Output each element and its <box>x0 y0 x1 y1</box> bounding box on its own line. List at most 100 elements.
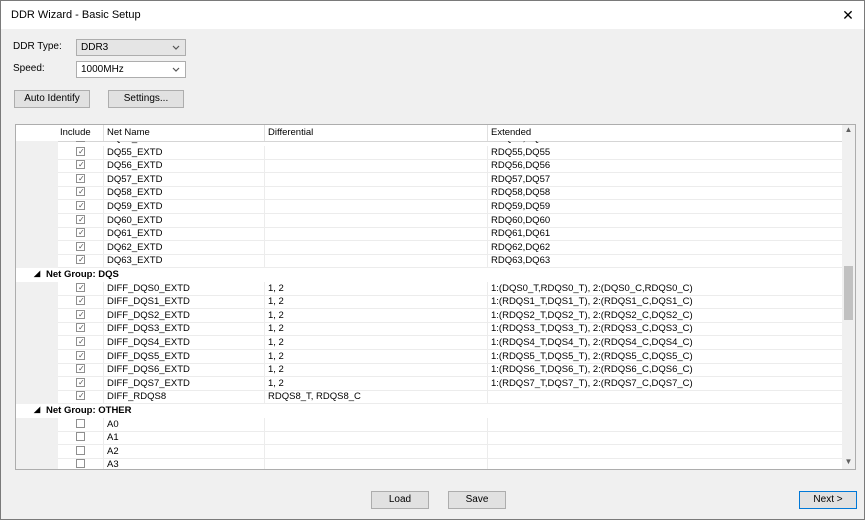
speed-value: 1000MHz <box>81 64 124 75</box>
include-checkbox[interactable]: ✓ <box>76 309 85 319</box>
table-row[interactable]: ✓ DIFF_DQS3_EXTD 1, 2 1:(RDQS3_T,DQS3_T), 2… <box>16 322 843 337</box>
extended-cell: 1:(RDQS7_T,DQS7_T), 2:(RDQS7_C,DQS7_C) <box>491 377 693 389</box>
load-button[interactable]: Load <box>371 491 429 509</box>
table-row[interactable]: A3 <box>16 458 843 469</box>
net-name-cell: DQ62_EXTD <box>107 241 163 253</box>
include-checkbox[interactable]: ✓ <box>76 146 85 156</box>
table-row[interactable]: A2 <box>16 444 843 459</box>
net-name-cell: DIFF_DQS0_EXTD <box>107 282 190 294</box>
include-checkbox[interactable] <box>76 432 85 442</box>
vertical-scrollbar[interactable]: ▲ ▼ <box>842 125 855 469</box>
table-row[interactable]: ✓ DIFF_DQS6_EXTD 1, 2 1:(RDQS6_T,DQS6_T), 2… <box>16 363 843 378</box>
include-checkbox[interactable] <box>76 418 85 428</box>
table-row[interactable]: ✓ DIFF_DQS4_EXTD 1, 2 1:(RDQS4_T,DQS4_T), 2… <box>16 336 843 350</box>
include-checkbox[interactable]: ✓ <box>76 228 85 238</box>
scroll-thumb[interactable] <box>844 266 853 320</box>
header-differential[interactable]: Differential <box>268 127 313 138</box>
net-name-cell: DIFF_DQS6_EXTD <box>107 364 190 376</box>
auto-identify-button[interactable]: Auto Identify <box>14 90 90 108</box>
ddr-type-select[interactable]: DDR3 <box>76 39 186 56</box>
table-row[interactable]: ✓ DIFF_DQS2_EXTD 1, 2 1:(RDQS2_T,DQS2_T), 2… <box>16 308 843 323</box>
check-icon: ✓ <box>78 282 85 292</box>
include-checkbox[interactable]: ✓ <box>76 323 85 333</box>
include-checkbox[interactable]: ✓ <box>76 173 85 183</box>
column-divider <box>103 349 104 364</box>
include-checkbox[interactable]: ✓ <box>76 350 85 360</box>
column-divider <box>264 254 265 268</box>
column-divider <box>103 458 104 469</box>
table-row[interactable]: ✓ DIFF_DQS0_EXTD 1, 2 1:(DQS0_T,RDQS0_T), 2… <box>16 281 843 296</box>
title-bar: DDR Wizard - Basic Setup ✕ <box>1 1 864 29</box>
table-row[interactable]: ✓ DQ55_EXTD RDQ55,DQ55 <box>16 145 843 160</box>
include-checkbox[interactable]: ✓ <box>76 255 85 265</box>
expanded-icon[interactable]: ◢ <box>34 405 40 414</box>
column-divider <box>103 390 104 404</box>
net-name-cell: A3 <box>107 459 119 469</box>
close-icon[interactable]: ✕ <box>838 5 858 25</box>
include-checkbox[interactable]: ✓ <box>76 201 85 210</box>
net-name-cell: DQ56_EXTD <box>107 160 163 172</box>
table-row[interactable]: A0 <box>16 417 843 432</box>
net-name-cell: DIFF_DQS4_EXTD <box>107 337 190 348</box>
include-checkbox[interactable]: ✓ <box>76 296 85 306</box>
table-row[interactable]: ✓ DIFF_DQS7_EXTD 1, 2 1:(RDQS7_T,DQS7_T), 2… <box>16 376 843 391</box>
table-row[interactable]: ✓ DQ58_EXTD RDQ58,DQ58 <box>16 186 843 201</box>
settings-button[interactable]: Settings... <box>108 90 184 108</box>
column-divider <box>103 281 104 296</box>
row-gutter <box>16 431 58 445</box>
include-checkbox[interactable]: ✓ <box>76 377 85 387</box>
expanded-icon[interactable]: ◢ <box>34 269 40 278</box>
table-row[interactable]: DQ54_EXTD RDQ54,DQ54 <box>16 141 843 146</box>
column-divider <box>103 145 104 160</box>
net-name-cell: A2 <box>107 445 119 457</box>
table-row[interactable]: ✓ DQ60_EXTD RDQ60,DQ60 <box>16 213 843 228</box>
row-gutter <box>16 390 58 404</box>
header-extended[interactable]: Extended <box>491 127 531 138</box>
table-row[interactable]: ✓ DQ62_EXTD RDQ62,DQ62 <box>16 240 843 255</box>
table-row[interactable]: ✓ DQ63_EXTD RDQ63,DQ63 <box>16 254 843 269</box>
column-divider <box>103 186 104 200</box>
save-button[interactable]: Save <box>448 491 506 509</box>
include-checkbox[interactable] <box>76 459 85 469</box>
table-row[interactable]: ✓ DQ59_EXTD RDQ59,DQ59 <box>16 200 843 214</box>
column-divider <box>103 159 104 173</box>
next-button[interactable]: Next > <box>799 491 857 509</box>
differential-cell: 1, 2 <box>268 337 284 348</box>
scroll-down-icon[interactable]: ▼ <box>842 457 855 469</box>
row-gutter <box>16 376 58 391</box>
include-checkbox[interactable]: ✓ <box>76 187 85 197</box>
table-row[interactable]: ✓ DIFF_DQS5_EXTD 1, 2 1:(RDQS5_T,DQS5_T), 2… <box>16 349 843 364</box>
column-divider <box>264 200 265 214</box>
check-icon: ✓ <box>78 255 85 265</box>
table-row[interactable]: ✓ DIFF_DQS1_EXTD 1, 2 1:(RDQS1_T,DQS1_T), 2… <box>16 295 843 310</box>
include-checkbox[interactable]: ✓ <box>76 241 85 251</box>
table-row[interactable]: ✓ DIFF_RDQS8 RDQS8_T, RDQS8_C <box>16 390 843 405</box>
include-checkbox[interactable]: ✓ <box>76 282 85 292</box>
net-group-row[interactable]: ◢ Net Group: DQS <box>16 268 843 282</box>
include-checkbox[interactable] <box>76 445 85 455</box>
include-checkbox[interactable]: ✓ <box>76 160 85 170</box>
net-name-cell: DIFF_RDQS8 <box>107 391 167 403</box>
include-checkbox[interactable]: ✓ <box>76 337 85 346</box>
chevron-down-icon <box>172 67 180 72</box>
speed-select[interactable]: 1000MHz <box>76 61 186 78</box>
net-name-cell: DQ55_EXTD <box>107 146 163 158</box>
column-divider <box>103 227 104 241</box>
table-row[interactable]: A1 <box>16 431 843 446</box>
include-checkbox[interactable]: ✓ <box>76 364 85 374</box>
table-row[interactable]: ✓ DQ56_EXTD RDQ56,DQ56 <box>16 159 843 174</box>
include-checkbox[interactable]: ✓ <box>76 391 85 401</box>
header-include[interactable]: Include <box>60 127 91 138</box>
ddr-type-label: DDR Type: <box>13 41 62 52</box>
column-divider <box>487 417 488 432</box>
header-net-name[interactable]: Net Name <box>107 127 150 138</box>
scroll-up-icon[interactable]: ▲ <box>842 125 855 137</box>
net-group-row[interactable]: ◢ Net Group: OTHER <box>16 404 843 418</box>
include-checkbox[interactable]: ✓ <box>76 214 85 224</box>
column-divider <box>487 213 488 228</box>
extended-cell: RDQ60,DQ60 <box>491 214 551 226</box>
table-row[interactable]: ✓ DQ57_EXTD RDQ57,DQ57 <box>16 172 843 187</box>
include-checkbox[interactable] <box>76 141 85 142</box>
column-divider <box>487 295 488 309</box>
table-row[interactable]: ✓ DQ61_EXTD RDQ61,DQ61 <box>16 227 843 242</box>
